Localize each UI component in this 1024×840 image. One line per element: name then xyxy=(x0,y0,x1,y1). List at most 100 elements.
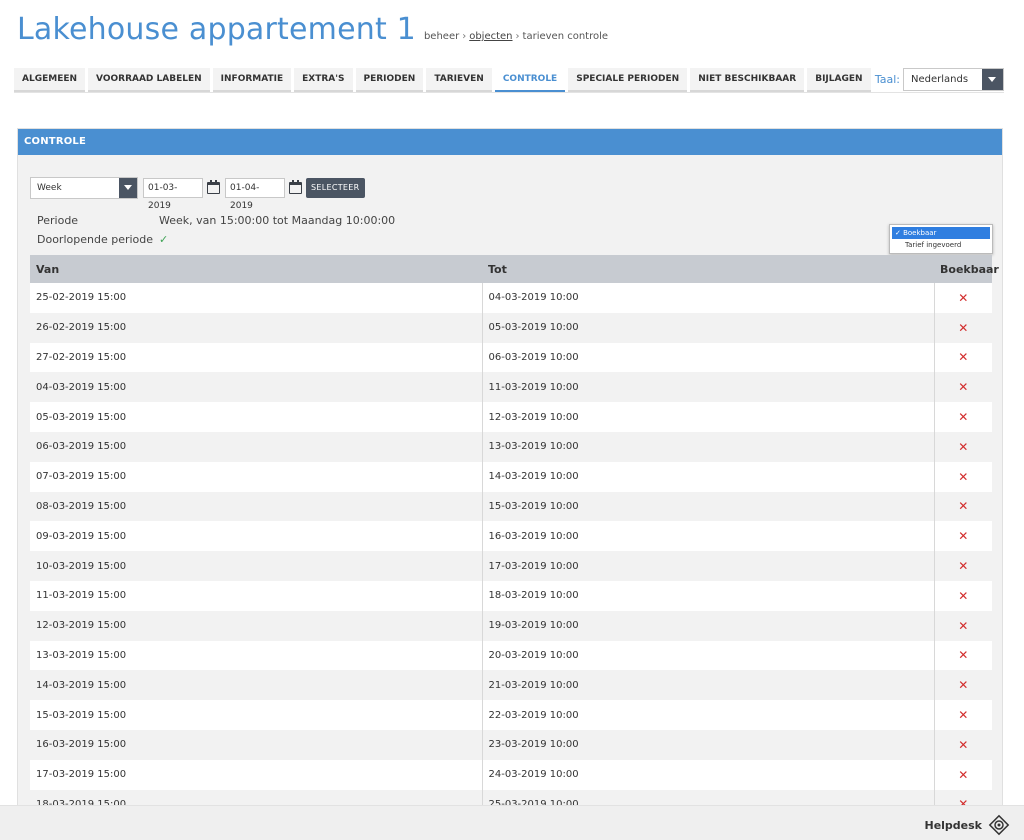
table-row: 15-03-2019 15:00 22-03-2019 10:00 ✕ xyxy=(30,700,992,730)
table-row: 07-03-2019 15:00 14-03-2019 10:00 ✕ xyxy=(30,461,992,492)
cell-van: 14-03-2019 15:00 xyxy=(30,670,483,701)
continuous-period-label: Doorlopende periode xyxy=(37,233,154,246)
not-bookable-icon: ✕ xyxy=(958,439,969,454)
table-row: 14-03-2019 15:00 21-03-2019 10:00 ✕ xyxy=(30,670,992,701)
language-select[interactable]: Nederlands xyxy=(903,68,1004,91)
tab-tarieven[interactable]: TARIEVEN xyxy=(426,68,492,92)
table-row: 16-03-2019 15:00 23-03-2019 10:00 ✕ xyxy=(30,729,992,760)
chevron-down-icon[interactable] xyxy=(982,69,1003,90)
table-row: 09-03-2019 15:00 16-03-2019 10:00 ✕ xyxy=(30,521,992,552)
controle-panel: CONTROLE Week 01-03-2019 01-04-2019 SELE… xyxy=(17,128,1003,839)
not-bookable-icon: ✕ xyxy=(958,380,969,395)
breadcrumb-separator: › xyxy=(462,31,467,42)
filter-bar: Week 01-03-2019 01-04-2019 SELECTEER xyxy=(30,177,365,211)
date-to-input[interactable]: 01-04-2019 xyxy=(225,178,285,211)
not-bookable-icon: ✕ xyxy=(958,588,969,603)
period-info: Periode Week, van 15:00:00 tot Maandag 1… xyxy=(37,211,395,249)
cell-van: 08-03-2019 15:00 xyxy=(30,491,483,522)
breadcrumb-current: tarieven controle xyxy=(522,31,609,42)
calendar-icon[interactable] xyxy=(207,180,220,194)
cell-tot: 15-03-2019 10:00 xyxy=(482,491,935,522)
cell-van: 16-03-2019 15:00 xyxy=(30,729,483,760)
legend-item-boekbaar[interactable]: ✓ Boekbaar xyxy=(892,227,990,239)
helpdesk-icon[interactable] xyxy=(988,814,1010,836)
cell-tot: 05-03-2019 10:00 xyxy=(482,312,935,343)
tab-bijlagen[interactable]: BIJLAGEN xyxy=(807,68,871,92)
cell-tot: 12-03-2019 10:00 xyxy=(482,402,935,432)
cell-tot: 19-03-2019 10:00 xyxy=(482,610,935,641)
cell-tot: 20-03-2019 10:00 xyxy=(482,640,935,671)
breadcrumb-separator: › xyxy=(515,31,520,42)
cell-tot: 17-03-2019 10:00 xyxy=(482,551,935,581)
continuous-period-row: Doorlopende periode ✓ xyxy=(37,230,395,249)
cell-tot: 23-03-2019 10:00 xyxy=(482,729,935,760)
tab-controle[interactable]: CONTROLE xyxy=(494,68,566,92)
table-body: 25-02-2019 15:00 04-03-2019 10:00 ✕ 26-02-2… xyxy=(30,283,992,820)
tab-algemeen[interactable]: ALGEMEEN xyxy=(14,68,86,92)
table-header-row: Van Tot Boekbaar xyxy=(30,255,999,283)
table-row: 26-02-2019 15:00 05-03-2019 10:00 ✕ xyxy=(30,312,992,343)
breadcrumb-beheer: beheer xyxy=(423,31,460,42)
cell-tot: 21-03-2019 10:00 xyxy=(482,670,935,701)
page-title: Lakehouse appartement 1 xyxy=(17,12,416,47)
cell-van: 25-02-2019 15:00 xyxy=(30,283,483,313)
select-button[interactable]: SELECTEER xyxy=(306,178,365,198)
cell-van: 04-03-2019 15:00 xyxy=(30,372,483,403)
language-value: Nederlands xyxy=(911,74,969,85)
period-row: Periode Week, van 15:00:00 tot Maandag 1… xyxy=(37,211,395,230)
table-row: 06-03-2019 15:00 13-03-2019 10:00 ✕ xyxy=(30,431,992,462)
cell-van: 05-03-2019 15:00 xyxy=(30,402,483,432)
table-row: 05-03-2019 15:00 12-03-2019 10:00 ✕ xyxy=(30,402,992,432)
not-bookable-icon: ✕ xyxy=(958,618,969,633)
cell-tot: 11-03-2019 10:00 xyxy=(482,372,935,403)
language-selector: Taal: Nederlands xyxy=(875,68,1004,91)
tab-extras[interactable]: EXTRA'S xyxy=(294,68,353,92)
not-bookable-icon: ✕ xyxy=(958,410,969,425)
period-label: Periode xyxy=(37,214,79,227)
table-row: 25-02-2019 15:00 04-03-2019 10:00 ✕ xyxy=(30,283,992,313)
tab-niet-beschikbaar[interactable]: NIET BESCHIKBAAR xyxy=(690,68,805,92)
table-row: 10-03-2019 15:00 17-03-2019 10:00 ✕ xyxy=(30,551,992,581)
status-legend-dropdown[interactable]: ✓ Boekbaar Tarief ingevoerd xyxy=(889,224,993,254)
helpdesk-link[interactable]: Helpdesk xyxy=(924,814,1010,836)
tab-speciale-perioden[interactable]: SPECIALE PERIODEN xyxy=(568,68,688,92)
not-bookable-icon: ✕ xyxy=(958,350,969,365)
calendar-icon[interactable] xyxy=(289,180,302,194)
table-row: 04-03-2019 15:00 11-03-2019 10:00 ✕ xyxy=(30,372,992,403)
period-type-select[interactable]: Week xyxy=(30,177,138,199)
period-type-value: Week xyxy=(37,183,62,193)
cell-tot: 18-03-2019 10:00 xyxy=(482,580,935,611)
legend-item-tarief-ingevoerd[interactable]: Tarief ingevoerd xyxy=(892,239,990,251)
cell-tot: 13-03-2019 10:00 xyxy=(482,431,935,462)
period-value: Week, van 15:00:00 tot Maandag 10:00:00 xyxy=(159,214,396,227)
not-bookable-icon: ✕ xyxy=(958,737,969,752)
not-bookable-icon: ✕ xyxy=(958,320,969,335)
cell-van: 07-03-2019 15:00 xyxy=(30,461,483,492)
tab-divider xyxy=(14,92,1004,93)
cell-van: 12-03-2019 15:00 xyxy=(30,610,483,641)
table-row: 08-03-2019 15:00 15-03-2019 10:00 ✕ xyxy=(30,491,992,522)
not-bookable-icon: ✕ xyxy=(958,767,969,782)
cell-tot: 22-03-2019 10:00 xyxy=(482,700,935,730)
periods-table-wrapper: Van Tot Boekbaar 25-02-2019 15:00 04-03-2… xyxy=(30,255,999,820)
panel-title: CONTROLE xyxy=(18,129,1002,155)
column-header-tot: Tot xyxy=(482,255,934,283)
not-bookable-icon: ✕ xyxy=(958,648,969,663)
cell-tot: 16-03-2019 10:00 xyxy=(482,521,935,552)
tab-bar: ALGEMEEN VOORRAAD LABELEN INFORMATIE EXT… xyxy=(14,68,874,92)
tab-perioden[interactable]: PERIODEN xyxy=(355,68,424,92)
helpdesk-label: Helpdesk xyxy=(924,818,982,832)
cell-van: 26-02-2019 15:00 xyxy=(30,312,483,343)
table-row: 27-02-2019 15:00 06-03-2019 10:00 ✕ xyxy=(30,342,992,373)
breadcrumb-objecten-link[interactable]: objecten xyxy=(469,31,512,42)
tab-voorraad-labelen[interactable]: VOORRAAD LABELEN xyxy=(88,68,210,92)
cell-van: 10-03-2019 15:00 xyxy=(30,551,483,581)
table-row: 12-03-2019 15:00 19-03-2019 10:00 ✕ xyxy=(30,610,992,641)
column-header-boekbaar: Boekbaar xyxy=(934,255,999,283)
date-from-input[interactable]: 01-03-2019 xyxy=(143,178,203,211)
chevron-down-icon[interactable] xyxy=(119,178,137,198)
column-header-van: Van xyxy=(30,255,482,283)
cell-van: 27-02-2019 15:00 xyxy=(30,342,483,373)
periods-table: Van Tot Boekbaar 25-02-2019 15:00 04-03-2… xyxy=(30,255,999,820)
tab-informatie[interactable]: INFORMATIE xyxy=(212,68,292,92)
